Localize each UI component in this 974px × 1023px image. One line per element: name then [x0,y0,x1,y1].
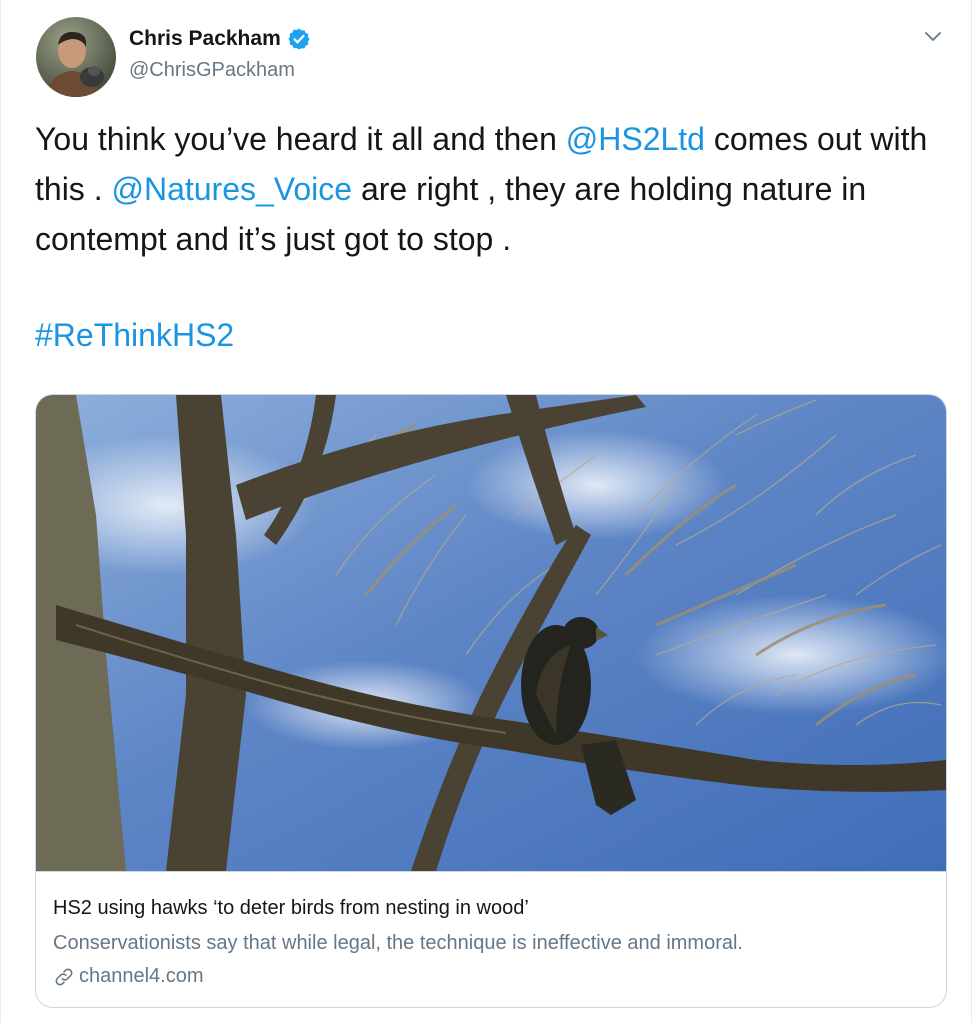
avatar[interactable] [36,17,116,97]
author-display-name[interactable]: Chris Packham [129,27,281,51]
hashtag-link[interactable]: #ReThinkHS2 [35,317,234,353]
verified-badge-icon [288,28,310,50]
link-icon [55,968,73,985]
card-image-hawk-in-tree[interactable] [36,395,946,871]
card-domain: channel4.com [53,965,204,988]
card-body[interactable]: HS2 using hawks ‘to deter birds from nes… [36,871,946,987]
author-name-row: Chris Packham [129,27,311,51]
card-title[interactable]: HS2 using hawks ‘to deter birds from nes… [53,897,529,920]
link-preview-card[interactable]: HS2 using hawks ‘to deter birds from nes… [35,394,947,1008]
mention-link-hs2ltd[interactable]: @HS2Ltd [566,121,705,157]
card-description: Conservationists say that while legal, t… [53,932,743,954]
mention-link-natures-voice[interactable]: @Natures_Voice [111,171,352,207]
tweet-text: You think you’ve heard it all and then @… [35,114,935,264]
tweet-container: Chris Packham @ChrisGPackham You think y… [0,0,972,1023]
author-handle[interactable]: @ChrisGPackham [129,59,295,82]
chevron-down-icon[interactable] [922,25,944,47]
card-domain-text: channel4.com [79,965,204,987]
tweet-text-part: You think you’ve heard it all and then [35,121,566,157]
profile-photo-icon [36,17,116,97]
